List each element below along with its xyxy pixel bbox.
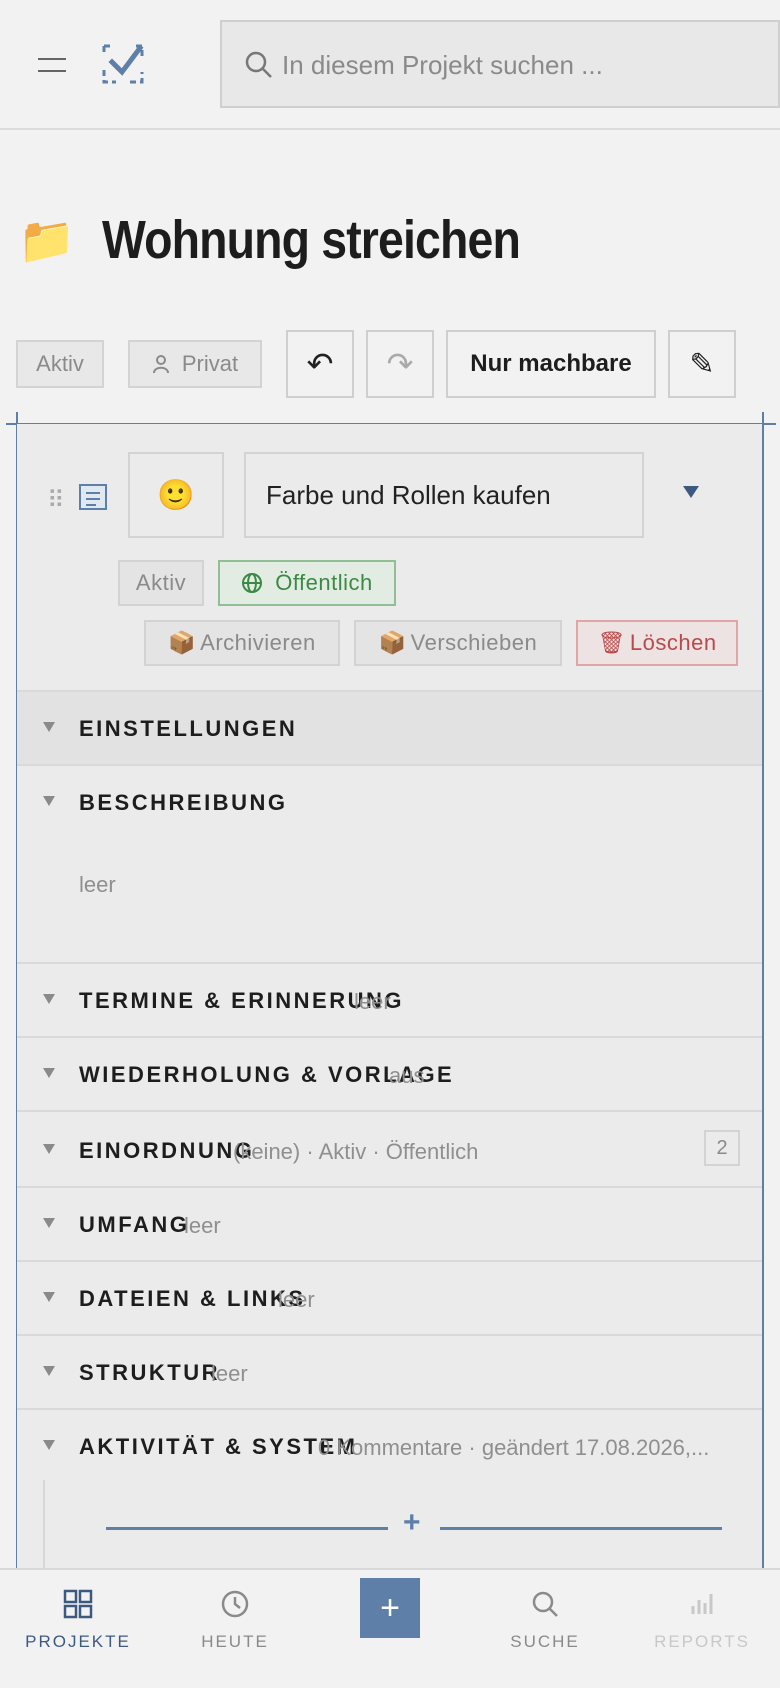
section-settings[interactable]: EINSTELLUNGEN bbox=[17, 690, 762, 764]
section-files[interactable]: DATEIEN & LINKS leer bbox=[17, 1260, 762, 1334]
selection-frame-right bbox=[762, 412, 764, 1688]
task-visibility-label: Öffentlich bbox=[275, 570, 373, 595]
archive-label: Archivieren bbox=[200, 630, 316, 655]
undo-icon: ↶ bbox=[306, 346, 334, 382]
count-badge: 2 bbox=[704, 1130, 740, 1166]
globe-icon bbox=[242, 573, 263, 593]
clock-icon bbox=[221, 1590, 249, 1618]
task-title-field[interactable]: Farbe und Rollen kaufen bbox=[244, 452, 644, 538]
expand-toggle-icon[interactable] bbox=[683, 486, 699, 498]
move-button[interactable]: 📦 Verschieben bbox=[354, 620, 562, 666]
task-panel: ⠿ 🙂 Farbe und Rollen kaufen Aktiv Öffent… bbox=[17, 424, 762, 1688]
nav-projects-label: PROJEKTE bbox=[25, 1632, 131, 1651]
section-dates[interactable]: TERMINE & ERINNERUNG leer bbox=[17, 962, 762, 1036]
task-status-chip[interactable]: Aktiv bbox=[118, 560, 204, 606]
emoji-picker-button[interactable]: 🙂 bbox=[128, 452, 224, 538]
only-doable-filter-button[interactable]: Nur machbare bbox=[446, 330, 656, 398]
section-repeat-meta: aus bbox=[389, 1063, 425, 1088]
task-header: ⠿ 🙂 Farbe und Rollen kaufen Aktiv Öffent… bbox=[17, 424, 762, 692]
collapse-triangle-icon bbox=[43, 1366, 55, 1376]
add-new-button[interactable]: + bbox=[360, 1578, 420, 1638]
search-icon bbox=[245, 51, 272, 78]
nav-today-label: HEUTE bbox=[201, 1632, 269, 1651]
activity-indent-line bbox=[43, 1480, 45, 1570]
collapse-triangle-icon bbox=[43, 1440, 55, 1450]
task-title: Farbe und Rollen kaufen bbox=[266, 479, 551, 510]
section-repeat[interactable]: WIEDERHOLUNG & VORLAGE aus bbox=[17, 1036, 762, 1110]
search-icon bbox=[532, 1591, 558, 1617]
project-visibility-chip[interactable]: Privat bbox=[128, 340, 262, 388]
project-visibility-label: Privat bbox=[181, 351, 239, 376]
section-scope-meta: leer bbox=[184, 1213, 221, 1238]
move-label: Verschieben bbox=[410, 630, 538, 655]
collapse-triangle-icon bbox=[43, 722, 55, 732]
add-item-button[interactable]: + bbox=[403, 1506, 421, 1540]
section-structure-meta: leer bbox=[211, 1361, 248, 1386]
nav-search[interactable]: SUCHE bbox=[495, 1570, 595, 1688]
section-classification-meta: (keine) · Aktiv · Öffentlich bbox=[233, 1139, 479, 1164]
section-activity-meta: 0 Kommentare · geändert 17.08.2026,... bbox=[318, 1435, 710, 1460]
nav-reports-label: REPORTS bbox=[654, 1632, 750, 1651]
smiley-icon: 🙂 bbox=[157, 478, 195, 512]
undo-button[interactable]: ↶ bbox=[286, 330, 354, 398]
section-structure-title: STRUKTUR bbox=[79, 1360, 220, 1385]
task-note-icon[interactable] bbox=[79, 484, 107, 510]
collapse-triangle-icon bbox=[43, 994, 55, 1004]
grid-icon bbox=[63, 1589, 93, 1619]
collapse-triangle-icon bbox=[43, 1144, 55, 1154]
redo-button[interactable]: ↷ bbox=[366, 330, 434, 398]
search-input[interactable] bbox=[282, 38, 752, 92]
collapse-triangle-icon bbox=[43, 796, 55, 806]
task-status-label: Aktiv bbox=[135, 570, 187, 595]
section-files-meta: leer bbox=[278, 1287, 315, 1312]
section-activity-title: AKTIVITÄT & SYSTEM bbox=[79, 1434, 358, 1459]
nav-reports[interactable]: REPORTS bbox=[652, 1570, 752, 1688]
add-divider-right bbox=[440, 1527, 722, 1530]
package-icon: 📦 bbox=[168, 630, 197, 655]
edit-button[interactable]: ✎ bbox=[668, 330, 736, 398]
project-status-chip[interactable]: Aktiv bbox=[16, 340, 104, 388]
package-icon: 📦 bbox=[378, 630, 407, 655]
section-classification[interactable]: EINORDNUNG (keine) · Aktiv · Öffentlich … bbox=[17, 1110, 762, 1186]
pencil-icon: ✎ bbox=[689, 347, 715, 381]
section-dates-meta: leer bbox=[354, 989, 391, 1014]
top-bar bbox=[0, 0, 780, 130]
archive-button[interactable]: 📦 Archivieren bbox=[144, 620, 340, 666]
collapse-triangle-icon bbox=[43, 1218, 55, 1228]
nav-projects[interactable]: PROJEKTE bbox=[25, 1570, 131, 1688]
description-empty-text[interactable]: leer bbox=[79, 872, 116, 898]
section-files-title: DATEIEN & LINKS bbox=[79, 1286, 306, 1311]
section-classification-title: EINORDNUNG bbox=[79, 1138, 255, 1163]
bar-chart-icon bbox=[691, 1594, 713, 1614]
project-header: 📁 Wohnung streichen bbox=[18, 200, 588, 280]
folder-icon: 📁 bbox=[18, 213, 76, 266]
page-title[interactable]: Wohnung streichen bbox=[102, 209, 521, 271]
project-status-label: Aktiv bbox=[36, 351, 84, 376]
section-settings-title: EINSTELLUNGEN bbox=[79, 716, 298, 741]
delete-label: Löschen bbox=[629, 630, 717, 655]
nav-today[interactable]: HEUTE bbox=[185, 1570, 285, 1688]
only-doable-label: Nur machbare bbox=[470, 350, 632, 377]
section-description-title: BESCHREIBUNG bbox=[79, 790, 288, 815]
search-box[interactable] bbox=[220, 20, 780, 108]
section-scope[interactable]: UMFANG leer bbox=[17, 1186, 762, 1260]
task-visibility-chip[interactable]: Öffentlich bbox=[218, 560, 396, 606]
trash-icon: 🗑 bbox=[597, 630, 626, 655]
collapse-triangle-icon bbox=[43, 1068, 55, 1078]
section-structure[interactable]: STRUKTUR leer bbox=[17, 1334, 762, 1408]
nav-search-label: SUCHE bbox=[510, 1632, 580, 1651]
menu-icon[interactable] bbox=[38, 55, 66, 73]
section-description[interactable]: BESCHREIBUNG leer bbox=[17, 764, 762, 962]
add-divider-left bbox=[106, 1527, 388, 1530]
section-scope-title: UMFANG bbox=[79, 1212, 190, 1237]
project-toolbar: Aktiv Privat ↶ ↷ Nur machbare ✎ bbox=[16, 330, 776, 398]
redo-icon: ↷ bbox=[386, 346, 414, 382]
app-logo-icon[interactable] bbox=[100, 40, 146, 86]
collapse-triangle-icon bbox=[43, 1292, 55, 1302]
drag-handle-icon[interactable]: ⠿ bbox=[47, 486, 65, 515]
delete-button[interactable]: 🗑 Löschen bbox=[576, 620, 738, 666]
user-icon bbox=[152, 355, 169, 374]
